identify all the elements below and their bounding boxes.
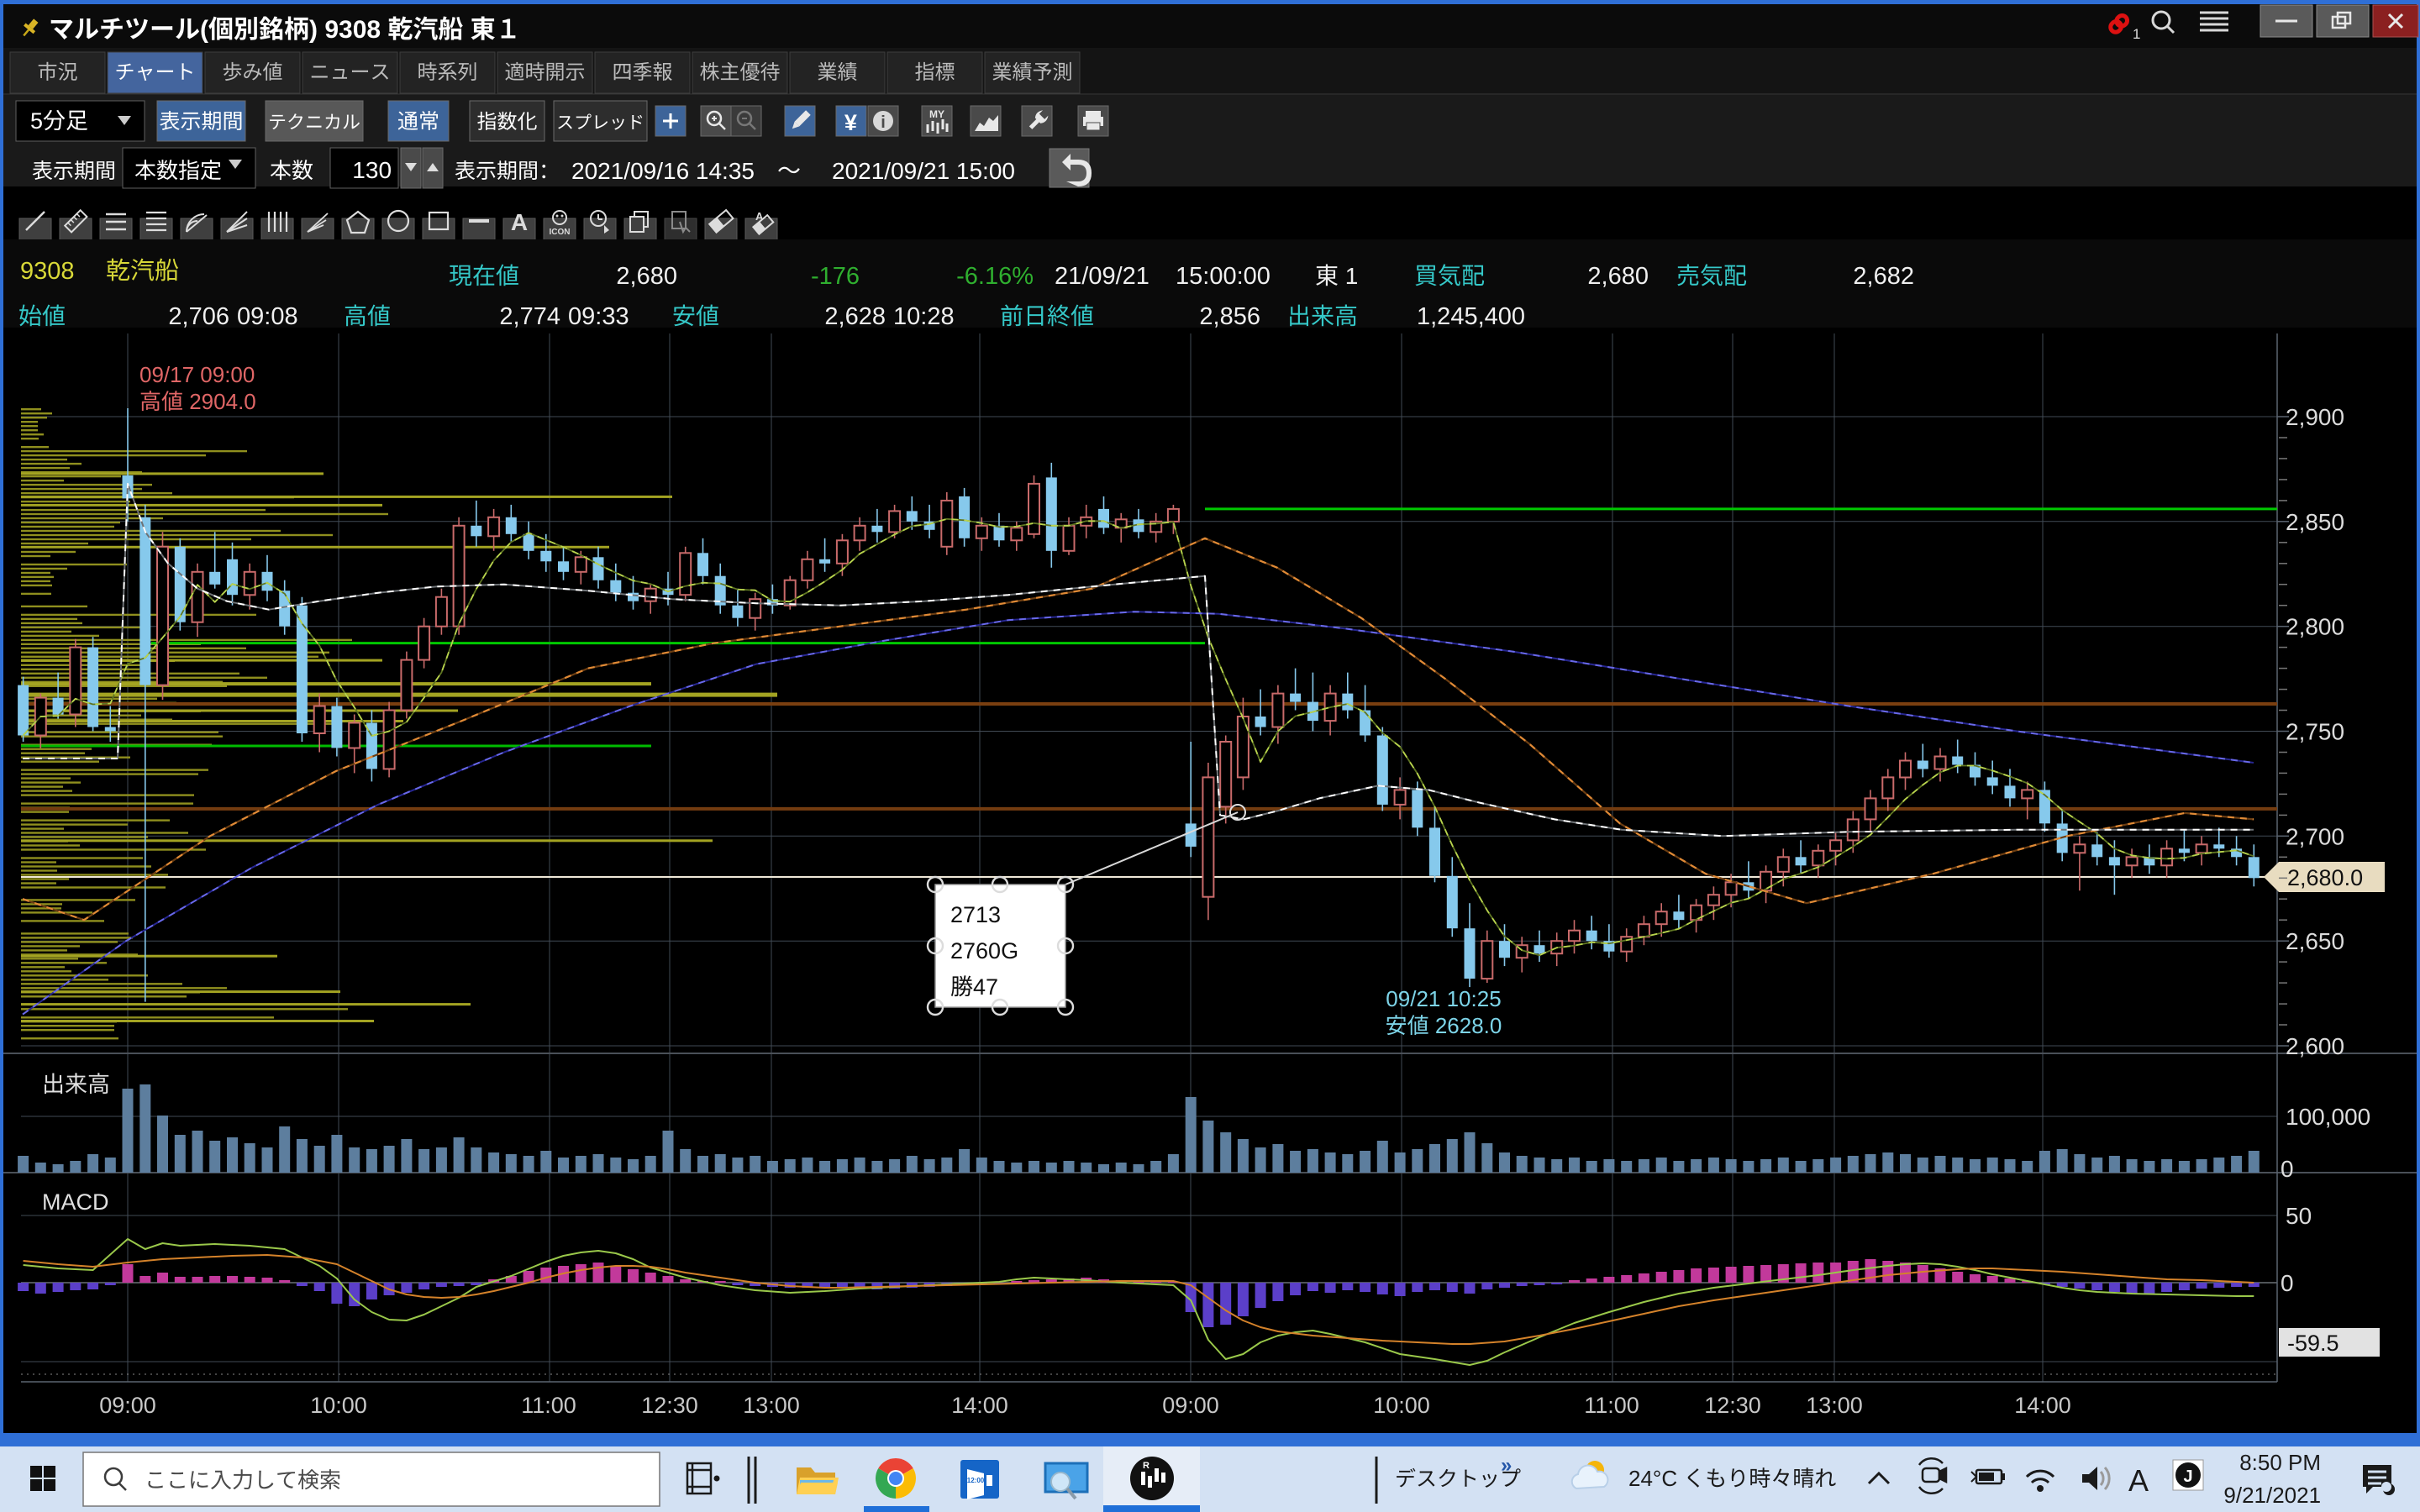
svg-text:2,900: 2,900	[2286, 404, 2344, 430]
svg-text:»: »	[1501, 1454, 1512, 1477]
svg-text:10:00: 10:00	[1373, 1393, 1430, 1418]
svg-text:2713: 2713	[950, 902, 1001, 927]
svg-text:13:00: 13:00	[743, 1393, 800, 1418]
svg-text:15:00:00: 15:00:00	[1176, 263, 1270, 290]
svg-text:10:00: 10:00	[310, 1393, 367, 1418]
svg-text:2,700: 2,700	[2286, 823, 2344, 849]
svg-text:50: 50	[2286, 1203, 2312, 1229]
svg-text:21/09/21: 21/09/21	[1055, 263, 1150, 290]
svg-text:09:00: 09:00	[1162, 1393, 1219, 1418]
svg-text:12:00: 12:00	[967, 1477, 985, 1484]
svg-text:A: A	[2128, 1463, 2149, 1498]
svg-text:2,774: 2,774	[499, 303, 560, 330]
svg-text:A: A	[511, 209, 528, 235]
svg-text:2021/09/16 14:35: 2021/09/16 14:35	[571, 158, 755, 184]
svg-text:2,628: 2,628	[824, 303, 886, 330]
svg-text:0: 0	[2281, 1270, 2294, 1296]
svg-text:１: １	[496, 16, 521, 44]
svg-text:24°C: 24°C	[1628, 1466, 1683, 1491]
svg-text:1: 1	[2133, 26, 2140, 42]
svg-text:2,680: 2,680	[1587, 263, 1649, 290]
svg-text:2,750: 2,750	[2286, 719, 2344, 745]
svg-text:-6.16%: -6.16%	[956, 263, 1034, 290]
svg-text:2,800: 2,800	[2286, 614, 2344, 640]
svg-text:ICON: ICON	[550, 228, 571, 237]
svg-text:1,245,400: 1,245,400	[1417, 303, 1525, 330]
svg-text:09:33: 09:33	[568, 303, 629, 330]
svg-text:09:08: 09:08	[237, 303, 298, 330]
svg-text:2,682: 2,682	[1853, 263, 1914, 290]
svg-text:：: ：	[539, 160, 560, 183]
svg-text:130: 130	[352, 157, 392, 183]
svg-text:2628.0: 2628.0	[1429, 1013, 1502, 1038]
svg-text:100,000: 100,000	[2286, 1104, 2370, 1130]
svg-text:2,706: 2,706	[168, 303, 229, 330]
svg-text:14:00: 14:00	[951, 1393, 1008, 1418]
svg-text:J: J	[2183, 1467, 2192, 1486]
svg-text:MY: MY	[929, 108, 944, 120]
svg-text:-176: -176	[811, 263, 860, 290]
svg-text:) 9308: ) 9308	[309, 16, 387, 44]
svg-text:9/21/2021: 9/21/2021	[2223, 1483, 2321, 1508]
svg-text:1: 1	[1339, 263, 1358, 289]
svg-text:11:00: 11:00	[1584, 1393, 1639, 1418]
svg-text:11:00: 11:00	[521, 1393, 576, 1418]
svg-text:2021/09/21 15:00: 2021/09/21 15:00	[832, 158, 1015, 184]
svg-text:47: 47	[973, 974, 998, 1000]
svg-text:2,680.0: 2,680.0	[2287, 865, 2363, 890]
svg-text:09:00: 09:00	[99, 1393, 156, 1418]
svg-text:5: 5	[30, 108, 43, 134]
svg-text:0: 0	[2281, 1156, 2294, 1182]
svg-text:¥: ¥	[844, 110, 857, 135]
svg-text:i: i	[881, 113, 886, 132]
svg-text:-59.5: -59.5	[2287, 1331, 2339, 1356]
svg-text:2,856: 2,856	[1199, 303, 1260, 330]
svg-text:2,850: 2,850	[2286, 509, 2344, 535]
svg-text:(: (	[200, 16, 208, 44]
svg-text:2,650: 2,650	[2286, 928, 2344, 954]
svg-text:14:00: 14:00	[2014, 1393, 2071, 1418]
svg-text:13:00: 13:00	[1806, 1393, 1863, 1418]
svg-text:12:30: 12:30	[641, 1393, 698, 1418]
svg-text:R: R	[1143, 1461, 1150, 1471]
svg-text:8:50 PM: 8:50 PM	[2239, 1450, 2321, 1475]
svg-text:MACD: MACD	[42, 1189, 109, 1215]
svg-text:12:30: 12:30	[1704, 1393, 1761, 1418]
svg-text:2904.0: 2904.0	[183, 389, 256, 414]
svg-text:9308: 9308	[20, 258, 75, 285]
svg-text:2,680: 2,680	[616, 263, 677, 290]
svg-text:2760G: 2760G	[950, 938, 1018, 963]
svg-text:2,600: 2,600	[2286, 1033, 2344, 1059]
svg-text:09/17 09:00: 09/17 09:00	[139, 362, 255, 387]
svg-text:10:28: 10:28	[893, 303, 955, 330]
svg-text:09/21 10:25: 09/21 10:25	[1386, 986, 1501, 1011]
